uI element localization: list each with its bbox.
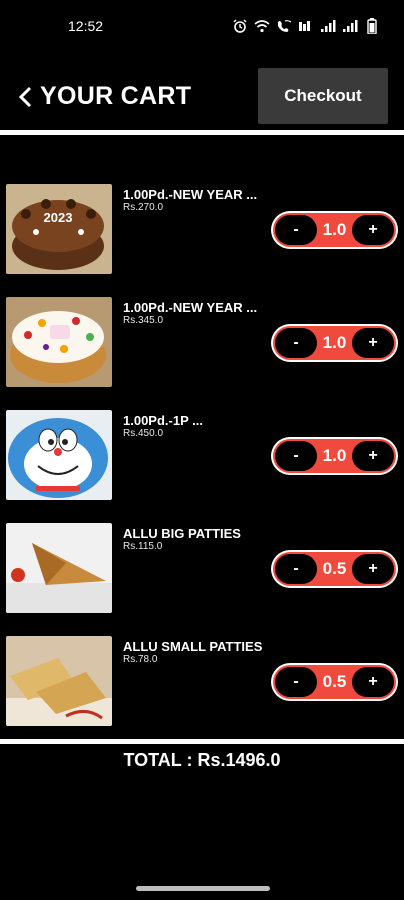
signal-icon xyxy=(320,18,336,34)
checkout-button[interactable]: Checkout xyxy=(258,68,388,124)
item-name: 1.00Pd.-NEW YEAR ... xyxy=(123,300,258,315)
cart-total: TOTAL : Rs.1496.0 xyxy=(123,750,281,770)
cart-item: 1.00Pd.-NEW YEAR ... Rs.345.0 - 1.0 + xyxy=(0,297,404,401)
product-image xyxy=(6,410,112,500)
wifi-icon xyxy=(254,18,270,34)
decrease-button[interactable]: - xyxy=(275,441,317,471)
increase-button[interactable]: + xyxy=(352,667,394,697)
product-image xyxy=(6,636,112,726)
status-bar: 12:52 xyxy=(0,0,404,52)
volte-icon xyxy=(298,18,314,34)
page-title: YOUR CART xyxy=(40,82,192,110)
item-price: Rs.450.0 xyxy=(123,428,164,439)
cart-item: 2023 1.00Pd.-NEW YEAR ... Rs.270.0 - 1.0… xyxy=(0,184,404,288)
quantity-value: 1.0 xyxy=(322,333,347,352)
quantity-value: 0.5 xyxy=(322,672,347,691)
decrease-button[interactable]: - xyxy=(275,215,317,245)
status-icons xyxy=(232,16,380,36)
item-name: ALLU BIG PATTIES xyxy=(123,526,241,541)
increase-button[interactable]: + xyxy=(352,328,394,358)
divider xyxy=(0,130,404,135)
header: YOUR CART Checkout xyxy=(0,66,404,128)
chevron-left-icon xyxy=(18,86,32,108)
increase-button[interactable]: + xyxy=(352,441,394,471)
quantity-stepper: - 1.0 + xyxy=(271,211,398,249)
status-time: 12:52 xyxy=(68,18,104,34)
quantity-value: 1.0 xyxy=(322,446,347,465)
quantity-stepper: - 1.0 + xyxy=(271,324,398,362)
quantity-value: 0.5 xyxy=(322,559,347,578)
product-image xyxy=(6,297,112,387)
cart-item: ALLU SMALL PATTIES Rs.78.0 - 0.5 + xyxy=(0,636,404,740)
product-image: 2023 xyxy=(6,184,112,274)
item-name: 1.00Pd.-NEW YEAR ... xyxy=(123,187,258,202)
alarm-icon xyxy=(232,18,248,34)
cart-item: ALLU BIG PATTIES Rs.115.0 - 0.5 + xyxy=(0,523,404,627)
increase-button[interactable]: + xyxy=(352,554,394,584)
battery-icon xyxy=(364,18,380,34)
back-button[interactable] xyxy=(14,80,36,114)
item-price: Rs.345.0 xyxy=(123,315,164,326)
wifi-call-icon xyxy=(276,18,292,34)
decrease-button[interactable]: - xyxy=(275,667,317,697)
svg-text:2023: 2023 xyxy=(44,210,73,225)
home-indicator[interactable] xyxy=(136,886,270,891)
product-image xyxy=(6,523,112,613)
item-name: ALLU SMALL PATTIES xyxy=(123,639,263,654)
quantity-stepper: - 0.5 + xyxy=(271,550,398,588)
decrease-button[interactable]: - xyxy=(275,328,317,358)
quantity-stepper: - 1.0 + xyxy=(271,437,398,475)
item-name: 1.00Pd.-1P ... xyxy=(123,413,203,428)
signal-icon xyxy=(342,18,358,34)
item-price: Rs.270.0 xyxy=(123,202,164,213)
decrease-button[interactable]: - xyxy=(275,554,317,584)
divider xyxy=(0,739,404,744)
increase-button[interactable]: + xyxy=(352,215,394,245)
quantity-value: 1.0 xyxy=(322,220,347,239)
quantity-stepper: - 0.5 + xyxy=(271,663,398,701)
item-price: Rs.78.0 xyxy=(123,654,158,665)
cart-item: 1.00Pd.-1P ... Rs.450.0 - 1.0 + xyxy=(0,410,404,514)
item-price: Rs.115.0 xyxy=(123,541,163,552)
